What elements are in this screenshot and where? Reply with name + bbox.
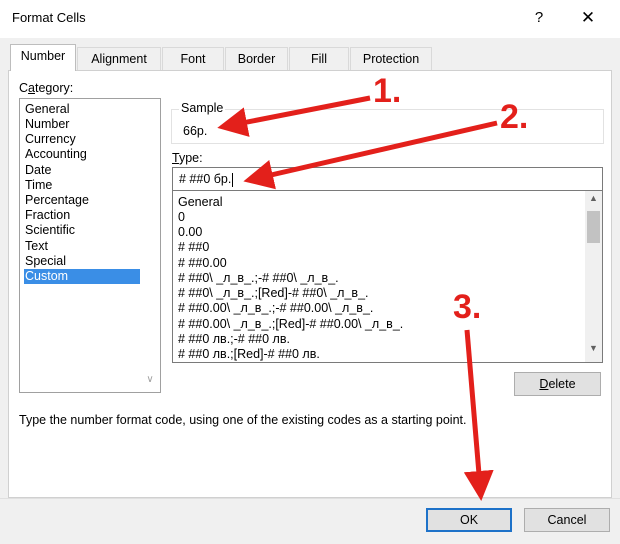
type-input[interactable]: # ##0 бр. [172,167,603,191]
window-title: Format Cells [12,10,86,25]
annotation-number-2: 2. [500,98,529,136]
description-text: Type the number format code, using one o… [19,413,467,427]
format-item[interactable]: 0.00 [178,225,202,240]
category-item-number[interactable]: Number [24,117,139,132]
scroll-down-icon[interactable]: ∨ [143,374,157,388]
category-item-date[interactable]: Date [24,163,139,178]
scroll-thumb[interactable] [587,211,600,243]
format-item[interactable]: # ##0.00\ _л_в_.;[Red]-# ##0.00\ _л_в_. [178,317,403,332]
help-icon[interactable]: ? [524,6,554,30]
category-item-general[interactable]: General [24,102,139,117]
format-item[interactable]: # ##0.00\ _л_в_.;-# ##0.00\ _л_в_. [178,301,373,316]
tab-font[interactable]: Font [162,47,224,70]
category-list[interactable]: General Number Currency Accounting Date … [19,98,161,393]
category-item-percentage[interactable]: Percentage [24,193,139,208]
category-item-special[interactable]: Special [24,254,139,269]
category-item-accounting[interactable]: Accounting [24,147,139,162]
text-caret [232,172,234,187]
annotation-number-3: 3. [453,288,482,326]
cancel-button[interactable]: Cancel [524,508,610,532]
category-item-scientific[interactable]: Scientific [24,223,139,238]
sample-value: 66р. [183,124,208,138]
type-label: Type: [172,151,203,165]
format-list-scrollbar[interactable]: ▲ ▼ [585,191,602,362]
delete-button[interactable]: Delete [514,372,601,396]
category-item-currency[interactable]: Currency [24,132,139,147]
category-item-custom[interactable]: Custom [24,269,140,284]
category-item-text[interactable]: Text [24,239,139,254]
sample-label: Sample [179,101,226,115]
footer-divider [0,498,620,499]
scroll-down-icon[interactable]: ▼ [585,343,602,357]
ok-button[interactable]: OK [426,508,512,532]
category-label: Category: [19,81,74,95]
close-icon[interactable]: ✕ [573,6,603,30]
annotation-number-1: 1. [373,72,402,110]
format-item[interactable]: # ##0 лв.;[Red]-# ##0 лв. [178,347,320,362]
format-item[interactable]: # ##0\ _л_в_.;[Red]-# ##0\ _л_в_. [178,286,369,301]
format-item[interactable]: General [178,195,222,210]
tab-alignment[interactable]: Alignment [77,47,161,70]
format-item[interactable]: # ##0 лв.;-# ##0 лв. [178,332,290,347]
format-item[interactable]: # ##0 [178,240,209,255]
tab-fill[interactable]: Fill [289,47,349,70]
scroll-up-icon[interactable]: ▲ [585,193,602,207]
sample-box [171,109,604,144]
category-item-time[interactable]: Time [24,178,139,193]
category-item-fraction[interactable]: Fraction [24,208,139,223]
format-item[interactable]: # ##0\ _л_в_.;-# ##0\ _л_в_. [178,271,339,286]
tab-number[interactable]: Number [10,44,76,71]
tab-border[interactable]: Border [225,47,288,70]
format-item[interactable]: 0 [178,210,185,225]
format-list[interactable]: General 0 0.00 # ##0 # ##0.00 # ##0\ _л_… [172,191,603,363]
format-item[interactable]: # ##0.00 [178,256,227,271]
tab-protection[interactable]: Protection [350,47,432,70]
